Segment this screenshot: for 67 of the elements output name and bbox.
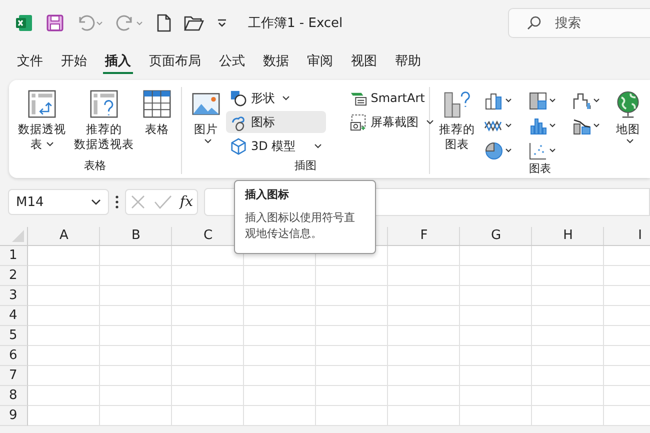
ribbon-button[interactable]: 图片 [188,87,224,158]
row-header[interactable]: 9 [0,406,28,426]
bar-chart-question-icon [442,89,472,119]
check-icon[interactable] [154,194,172,210]
column-chart-icon[interactable] [484,91,514,111]
excel-logo-icon [14,13,34,33]
row-header[interactable]: 2 [0,266,28,286]
table-icon [142,89,172,119]
ribbon-button[interactable]: 图标 [226,111,326,133]
search-icon [526,15,542,31]
table-question-icon [89,89,119,119]
ribbon-tab[interactable]: 开始 [52,46,96,76]
ribbon-tab[interactable]: 审阅 [298,46,342,76]
pivot-table-icon [27,89,57,119]
row-header[interactable]: 1 [0,246,28,266]
ribbon-tab[interactable]: 帮助 [386,46,430,76]
histogram-icon[interactable] [528,116,558,136]
column-header[interactable]: C [203,228,213,243]
ribbon-button[interactable]: 地图 [610,87,646,161]
pie-chart-icon[interactable] [484,141,514,161]
window-title: 工作簿1 - Excel [248,15,343,32]
ribbon-button[interactable]: 推荐的 图表 [436,87,478,161]
group-label: 插图 [294,158,318,174]
column-header[interactable]: F [420,228,428,243]
row-header[interactable]: 3 [0,286,28,306]
doodle-icon [230,114,247,130]
folder-icon[interactable] [184,15,204,31]
column-header[interactable]: G [490,228,502,243]
name-box[interactable]: M14 [8,189,109,215]
ribbon-tab[interactable]: 视图 [342,46,386,76]
ribbon-button[interactable]: 数据透视 表 [15,87,69,158]
row-header[interactable]: 6 [0,346,28,366]
column-header[interactable]: H [563,228,573,243]
cube-icon [230,138,247,154]
new-file-icon[interactable] [156,14,172,32]
shapes-icon [230,90,247,106]
ribbon-button[interactable]: 形状 [226,87,326,109]
insert-function-button[interactable]: fx [180,194,193,210]
row-header[interactable]: 5 [0,326,28,346]
redo-icon[interactable] [116,14,144,32]
ribbon-tab[interactable]: 页面布局 [140,46,210,76]
column-header[interactable]: B [132,228,140,243]
ribbon-button[interactable]: SmartArt [346,87,438,109]
screenshot-icon [350,114,367,130]
group-label: 图表 [528,161,552,176]
column-header[interactable]: I [638,228,642,243]
save-icon[interactable] [46,14,64,32]
tooltip-title: 插入图标 [245,187,290,202]
ribbon-tab[interactable]: 数据 [254,46,298,76]
ribbon-button[interactable]: 推荐的 数据透视表 [71,87,137,158]
row-header[interactable]: 7 [0,366,28,386]
row-header[interactable]: 4 [0,306,28,326]
row-header[interactable]: 8 [0,386,28,406]
ribbon-button[interactable]: 3D 模型 [226,135,326,157]
column-header[interactable]: A [60,228,68,243]
ribbon-tab[interactable]: 公式 [210,46,254,76]
ribbon-button[interactable]: 表格 [139,87,175,158]
more-icon[interactable] [115,195,119,209]
group-label: 表格 [83,158,107,174]
customize-caret-icon[interactable] [216,17,228,29]
tooltip-text: 插入图标以使用符号直观地传达信息。 [245,210,356,242]
ribbon-tab[interactable]: 文件 [8,46,52,76]
scatter-chart-icon[interactable] [528,141,558,161]
treemap-chart-icon[interactable] [528,91,558,111]
waterfall-chart-icon[interactable] [572,91,602,111]
ribbon-button[interactable]: 屏幕截图 [346,111,438,133]
search-field[interactable]: 搜索 [508,8,650,38]
